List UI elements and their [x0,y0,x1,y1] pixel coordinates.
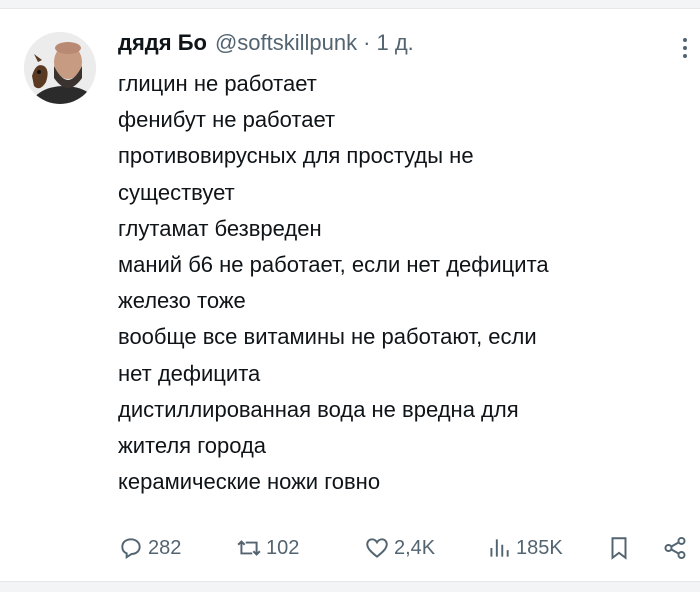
separator-dot: · [363,30,371,55]
reply-button[interactable]: 282 [118,530,181,566]
tweet-line: железо тоже [118,288,246,314]
tweet-line: глицин не работает [118,71,317,96]
share-icon [664,536,686,560]
tweet-line: фенибут не работает [118,107,336,133]
views-count: 185K [516,536,563,559]
tweet-header: дядя Бо @softskillpunk · 1 д. [118,30,414,60]
top-divider [0,0,700,9]
like-button[interactable]: 2,4K [364,530,435,566]
author-handle[interactable]: @softskillpunk [215,30,357,56]
tweet-line: маний б6 не работает, если нет дефицита [118,252,549,278]
views-button[interactable]: 185K [486,530,563,566]
reply-icon [121,538,141,560]
tweet-line: керамические ножи говно [118,469,381,495]
tweet-line: нет дефицита [118,360,261,386]
bookmark-icon [611,537,627,560]
tweet-line: жителя города [118,433,267,459]
bottom-divider [0,581,700,592]
tweet-text: глицин не работает фенибут не работает п… [118,66,678,500]
tweet-line: глутамат безвреден [118,215,322,241]
more-vertical-icon[interactable] [680,36,690,60]
reply-count: 282 [148,536,182,559]
action-bar: 282 102 2,4K 185K [118,530,694,566]
share-button[interactable] [662,530,688,566]
avatar[interactable] [24,32,96,104]
repost-count: 102 [266,536,300,559]
timestamp[interactable]: 1 д. [376,30,413,56]
bookmark-button[interactable] [606,530,632,566]
views-icon [490,539,509,557]
author-name[interactable]: дядя Бо [118,30,207,56]
tweet-line: дистиллированная вода не вредна для [118,396,519,422]
like-count: 2,4K [394,536,436,559]
tweet-line: противовирусных для простуды не [118,143,474,169]
repost-icon [237,540,261,556]
repost-button[interactable]: 102 [236,530,299,566]
heart-icon [366,538,388,558]
tweet-line: вообще все витамины не работают, если [118,324,537,350]
tweet-line: существует [118,179,235,205]
